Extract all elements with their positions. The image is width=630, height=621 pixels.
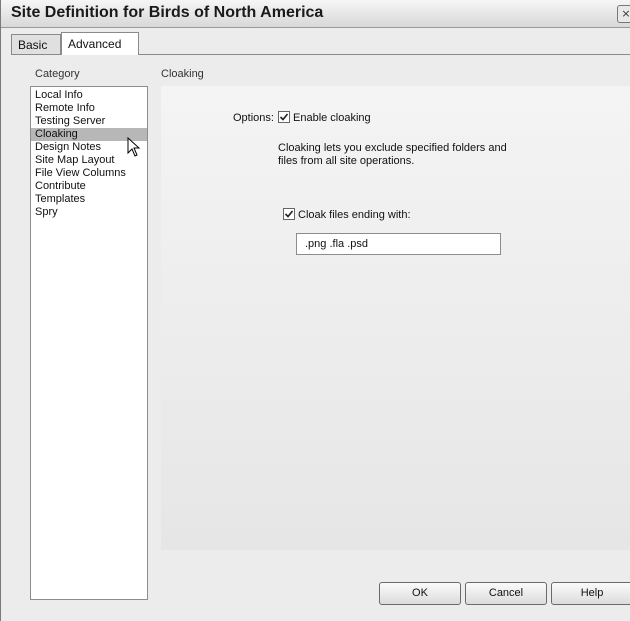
cloak-files-checkbox[interactable] (283, 208, 295, 220)
category-item-templates[interactable]: Templates (31, 193, 147, 206)
category-item-spry[interactable]: Spry (31, 206, 147, 219)
help-button[interactable]: Help (551, 582, 630, 605)
enable-cloaking-checkbox[interactable] (278, 111, 290, 123)
window-title: Site Definition for Birds of North Ameri… (11, 4, 324, 21)
category-item-testing-server[interactable]: Testing Server (31, 115, 147, 128)
cloak-extensions-input[interactable]: .png .fla .psd (296, 233, 501, 255)
category-list[interactable]: Local Info Remote Info Testing Server Cl… (30, 86, 148, 600)
cloak-files-label[interactable]: Cloak files ending with: (298, 209, 411, 221)
cancel-button[interactable]: Cancel (465, 582, 547, 605)
description-line: Cloaking lets you exclude specified fold… (278, 142, 507, 154)
category-item-file-view-columns[interactable]: File View Columns (31, 167, 147, 180)
category-item-remote-info[interactable]: Remote Info (31, 102, 147, 115)
close-icon[interactable]: × (617, 5, 630, 23)
options-label: Options: (233, 112, 274, 124)
checkmark-icon (279, 113, 289, 121)
cloaking-description: Cloaking lets you exclude specified fold… (278, 142, 538, 168)
enable-cloaking-label[interactable]: Enable cloaking (293, 112, 371, 124)
description-line: files from all site operations. (278, 155, 415, 167)
ok-button[interactable]: OK (379, 582, 461, 605)
checkmark-icon (284, 210, 294, 218)
tab-basic[interactable]: Basic (11, 34, 61, 54)
mouse-pointer-icon (127, 136, 143, 159)
category-item-local-info[interactable]: Local Info (31, 89, 147, 102)
tab-advanced[interactable]: Advanced (61, 32, 139, 55)
title-bar[interactable]: Site Definition for Birds of North Ameri… (1, 0, 630, 28)
category-header: Category (35, 68, 80, 80)
category-item-contribute[interactable]: Contribute (31, 180, 147, 193)
dialog-window: Site Definition for Birds of North Ameri… (0, 0, 630, 621)
section-header: Cloaking (161, 68, 204, 80)
